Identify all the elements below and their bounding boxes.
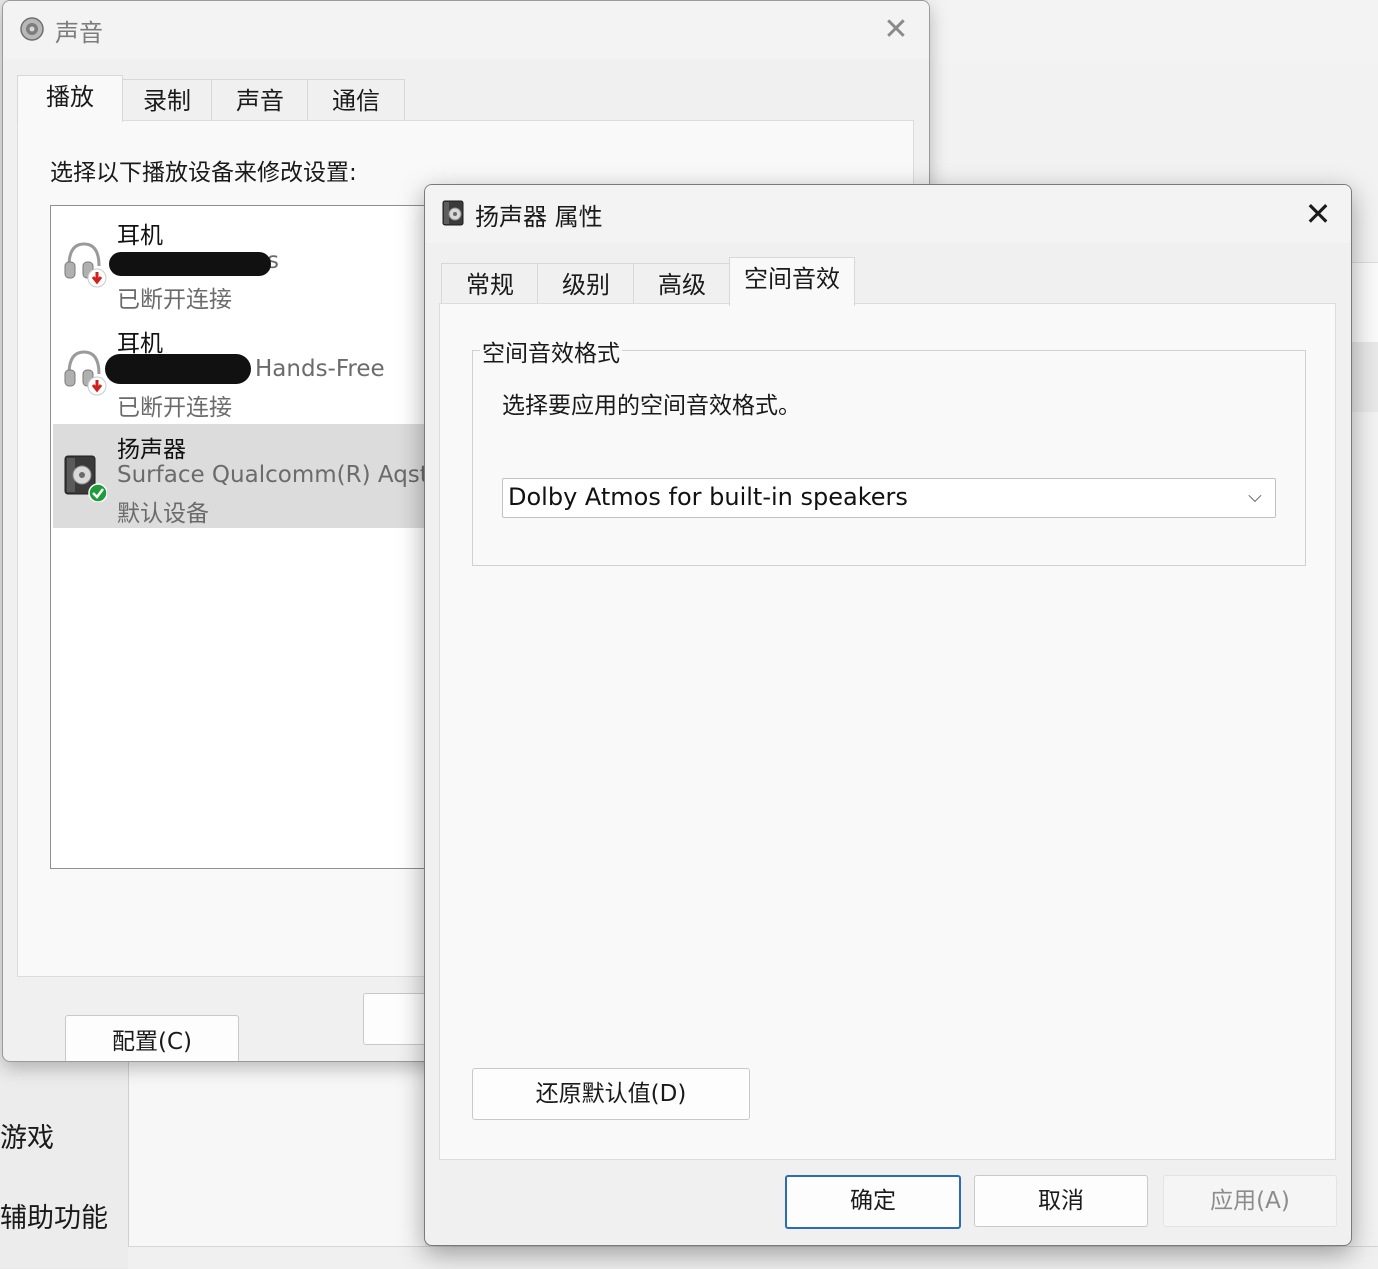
background-app-sidebar: 游戏 辅助功能 — [0, 1040, 128, 1268]
spatial-sound-format-group — [472, 350, 1306, 566]
tab-general[interactable]: 常规 — [441, 263, 539, 306]
sidebar-item-gaming[interactable]: 游戏 — [0, 1116, 54, 1155]
speaker-icon — [20, 17, 44, 41]
headphones-icon — [64, 242, 107, 288]
close-icon[interactable]: ✕ — [1299, 195, 1337, 233]
device-name: 扬声器 — [117, 437, 186, 463]
background-app-card-selected — [1350, 342, 1378, 412]
redaction-mark — [105, 354, 251, 384]
device-name: 耳机 — [117, 223, 163, 249]
close-icon[interactable]: ✕ — [879, 13, 913, 47]
background-app-content — [128, 1060, 425, 1268]
dropdown-value: Dolby Atmos for built-in speakers — [508, 483, 908, 511]
device-list-instruction: 选择以下播放设备来修改设置: — [50, 160, 357, 186]
apply-button[interactable]: 应用(A) — [1163, 1175, 1337, 1227]
tab-spatial-sound[interactable]: 空间音效 — [729, 257, 855, 306]
properties-dialog-title: 扬声器 属性 — [475, 203, 603, 231]
properties-dialog-titlebar: 扬声器 属性 ✕ — [425, 185, 1351, 243]
sound-dialog-title: 声音 — [55, 19, 103, 47]
headphones-icon — [64, 350, 107, 396]
device-status: 已断开连接 — [117, 287, 232, 313]
device-description: Hands-Free — [255, 356, 385, 382]
background-app-footer — [128, 1246, 1378, 1269]
device-status: 已断开连接 — [117, 395, 232, 421]
cancel-button[interactable]: 取消 — [974, 1175, 1148, 1227]
configure-button[interactable]: 配置(C) — [65, 1015, 239, 1061]
speaker-properties-dialog: 扬声器 属性 ✕ 常规 级别 高级 空间音效 空间音效格式 选择要应用的空间音效… — [424, 184, 1352, 1246]
group-description: 选择要应用的空间音效格式。 — [502, 393, 801, 419]
restore-defaults-button[interactable]: 还原默认值(D) — [472, 1068, 750, 1120]
chevron-down-icon: ⌵ — [1248, 486, 1262, 507]
tab-advanced[interactable]: 高级 — [633, 263, 731, 306]
background-app-header — [928, 0, 1378, 66]
tab-levels[interactable]: 级别 — [537, 263, 635, 306]
tab-recording[interactable]: 录制 — [121, 79, 213, 122]
tab-sounds[interactable]: 声音 — [211, 79, 309, 122]
speaker-icon — [64, 455, 107, 502]
background-app-card — [1350, 262, 1378, 344]
sidebar-item-accessibility[interactable]: 辅助功能 — [0, 1196, 108, 1235]
speaker-icon — [442, 200, 464, 226]
device-status: 默认设备 — [117, 501, 209, 527]
sound-dialog-titlebar: 声音 ✕ — [3, 1, 929, 59]
device-description: Surface Qualcomm(R) Aqst — [117, 462, 429, 488]
group-title: 空间音效格式 — [480, 334, 622, 368]
redaction-mark — [109, 252, 271, 276]
properties-dialog-panel: 空间音效格式 选择要应用的空间音效格式。 Dolby Atmos for bui… — [439, 303, 1336, 1160]
ok-button[interactable]: 确定 — [785, 1175, 961, 1229]
tab-communications[interactable]: 通信 — [307, 79, 405, 122]
tab-playback[interactable]: 播放 — [17, 75, 123, 122]
spatial-sound-format-dropdown[interactable]: Dolby Atmos for built-in speakers ⌵ — [502, 478, 1276, 518]
device-name: 耳机 — [117, 331, 163, 357]
